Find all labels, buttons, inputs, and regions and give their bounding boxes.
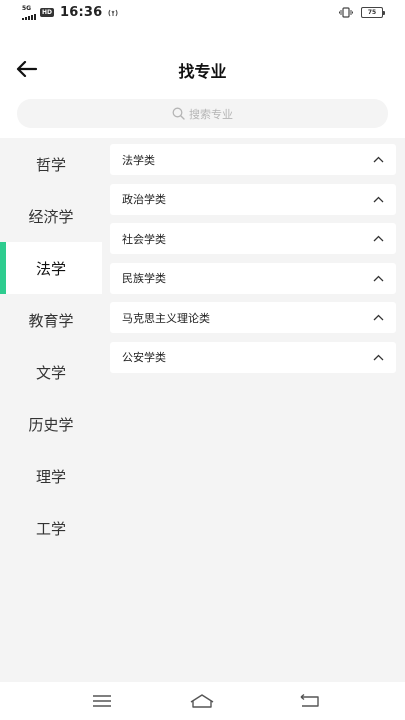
sidebar-item-label: 哲学	[35, 155, 66, 174]
list-item[interactable]: 法学类	[110, 144, 396, 175]
signal-icon: 5G	[22, 4, 36, 20]
sidebar-item-label: 法学	[35, 259, 66, 278]
chevron-up-icon	[373, 235, 384, 242]
home-icon	[190, 694, 214, 708]
menu-icon	[93, 695, 111, 707]
category-list: 法学类 政治学类 社会学类 民族学类 马克思主义理论类 公安学类	[102, 138, 405, 682]
status-left: 5G HD 16:36	[22, 5, 118, 20]
sidebar-item-label: 文学	[35, 363, 66, 382]
sidebar-item-literature[interactable]: 文学	[0, 346, 102, 398]
chevron-up-icon	[373, 354, 384, 360]
list-item[interactable]: 马克思主义理论类	[110, 302, 396, 333]
list-item-label: 公安学类	[122, 351, 166, 364]
list-item-label: 民族学类	[122, 272, 166, 285]
sidebar-item-label: 历史学	[28, 415, 74, 434]
sidebar-item-philosophy[interactable]: 哲学	[0, 138, 102, 190]
chevron-up-icon	[373, 275, 384, 281]
list-item[interactable]: 政治学类	[110, 183, 396, 215]
chevron-up-icon	[373, 196, 384, 202]
list-item[interactable]: 社会学类	[110, 223, 396, 254]
vibrate-icon	[339, 7, 353, 18]
list-item-label: 社会学类	[122, 232, 166, 246]
sidebar-item-education[interactable]: 教育学	[0, 294, 102, 346]
nav-menu-button[interactable]	[89, 690, 115, 712]
sidebar-item-engineering[interactable]: 工学	[0, 502, 102, 554]
sidebar-item-history[interactable]: 历史学	[0, 398, 102, 450]
system-nav-bar	[0, 682, 405, 720]
network-type: 5G	[22, 4, 32, 12]
sidebar-item-science[interactable]: 理学	[0, 450, 102, 502]
sidebar: 哲学 经济学 法学 教育学 文学 历史学 理学 工学	[0, 138, 102, 682]
battery-level: 75	[367, 9, 377, 16]
list-item[interactable]: 民族学类	[110, 262, 396, 294]
return-icon	[300, 693, 319, 707]
sidebar-item-label: 经济学	[28, 207, 74, 226]
nfc-icon	[108, 9, 118, 16]
search-input[interactable]: 搜索专业	[17, 99, 388, 128]
status-time: 16:36	[60, 5, 103, 20]
sidebar-item-label: 工学	[35, 519, 66, 538]
list-item-label: 政治学类	[122, 193, 166, 206]
sidebar-item-label: 理学	[35, 467, 66, 486]
nav-home-button[interactable]	[189, 690, 215, 712]
battery-icon: 75	[361, 7, 385, 18]
status-right: 75	[339, 7, 385, 18]
search-placeholder: 搜索专业	[189, 107, 233, 121]
sidebar-item-law[interactable]: 法学	[0, 242, 102, 294]
list-item-label: 马克思主义理论类	[122, 311, 210, 325]
list-item-label: 法学类	[122, 153, 155, 167]
list-item[interactable]: 公安学类	[110, 341, 396, 373]
chevron-up-icon	[373, 156, 384, 163]
hd-badge: HD	[40, 8, 55, 17]
search-icon	[172, 107, 185, 120]
chevron-up-icon	[373, 314, 384, 321]
status-bar: 5G HD 16:36 75	[0, 0, 405, 26]
sidebar-item-label: 教育学	[28, 311, 74, 330]
nav-back-button[interactable]	[296, 690, 322, 712]
page-title: 找专业	[178, 62, 227, 81]
header: 找专业	[0, 48, 405, 90]
sidebar-item-economics[interactable]: 经济学	[0, 190, 102, 242]
